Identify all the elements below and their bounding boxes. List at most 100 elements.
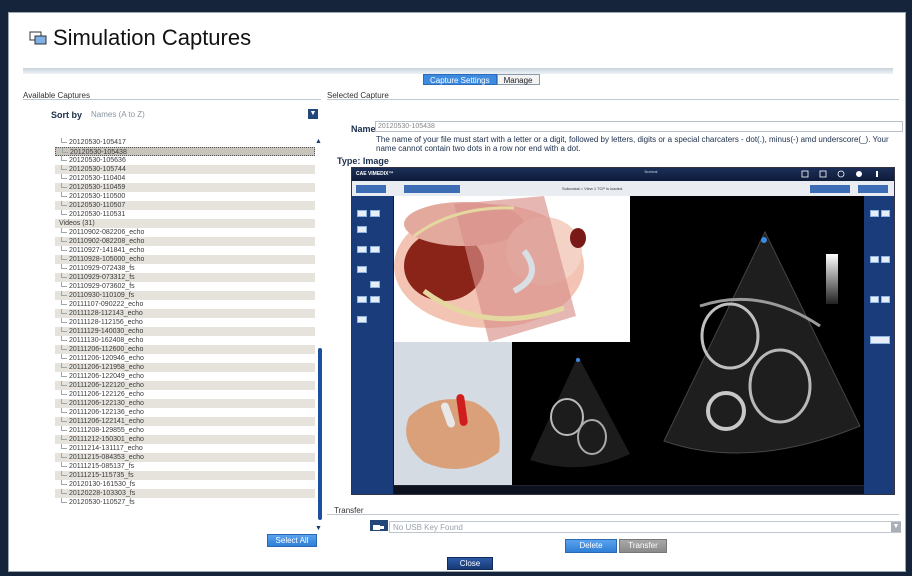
captures-tree: 20120530-105417 20120530-105438 20120530-1… [55,138,315,507]
tree-branch-line [61,174,67,179]
tree-branch-line [61,417,67,422]
tree-branch-line [61,462,67,467]
tree-branch-line [61,318,67,323]
tree-item[interactable]: 20111215-115735_fs [55,471,315,480]
tree-item[interactable]: 20111206-112600_echo [55,345,315,354]
tree-item[interactable]: 20110930-110109_fs [55,291,315,300]
tree-item[interactable]: 20120530-110507 [55,201,315,210]
tree-item[interactable]: 20110902-082206_echo [55,228,315,237]
close-button[interactable]: Close [447,557,493,570]
tree-item-label: 20120530-110500 [69,193,126,200]
tree-item[interactable]: 20110927-141841_echo [55,246,315,255]
tree-item[interactable]: 20111206-122120_echo [55,381,315,390]
tree-item-label: 20111208-129855_echo [69,427,144,434]
tree-item-label: 20111128-112143_echo [69,310,143,317]
name-label: Name [351,124,376,134]
tree-item[interactable]: 20120530-110527_fs [55,498,315,507]
sort-select[interactable]: Names (A to Z) [91,110,145,119]
tree-item-label: 20120530-105744 [69,166,126,173]
tree-branch-line [61,165,67,170]
tree-item[interactable]: 20111214-131117_echo [55,444,315,453]
tree-item[interactable]: 20110929-072438_fs [55,264,315,273]
tree-item[interactable]: 20120530-105744 [55,165,315,174]
tree-item[interactable]: 20111208-129855_echo [55,426,315,435]
delete-button[interactable]: Delete [565,539,617,553]
tree-item-label: 20110929-073312_fs [69,274,135,281]
ultrasound-secondary-view [512,342,630,485]
tree-item[interactable]: 20111215-084353_echo [55,453,315,462]
tree-item[interactable]: 20120130-161530_fs [55,480,315,489]
tree-item[interactable]: 20110902-082208_echo [55,237,315,246]
tree-item-label: 20120530-110507 [69,202,126,209]
tree-item-label: 20111206-122049_echo [69,373,144,380]
tree-branch-line [61,210,67,215]
capture-status: Normal [644,169,658,174]
tree-item[interactable]: 20111212-150301_echo [55,435,315,444]
tree-item[interactable]: 20111128-112156_echo [55,318,315,327]
capture-timeline-strip [394,485,864,494]
tree-item[interactable]: 20111206-122141_echo [55,417,315,426]
tree-branch-line [61,381,67,386]
usb-key-select[interactable]: No USB Key Found [389,521,901,533]
tree-branch-line [61,255,67,260]
tree-branch-line [61,399,67,404]
tree-branch-line [61,435,67,440]
tree-item[interactable]: 20110928-105000_echo [55,255,315,264]
tree-item[interactable]: 20120530-110459 [55,183,315,192]
tree-item[interactable]: 20120228-103303_fs [55,489,315,498]
tree-item[interactable]: 20120530-105417 [55,138,315,147]
tree-item[interactable]: 20111130-162408_echo [55,336,315,345]
usb-dropdown-chevron-icon[interactable]: ▼ [891,522,901,532]
tree-item-label: 20110902-082208_echo [69,238,145,245]
simulation-captures-dialog: Simulation Captures Capture Settings Man… [8,12,906,572]
tree-item[interactable]: 20111107-090222_echo [55,300,315,309]
window-title: Simulation Captures [53,25,252,50]
tree-branch-line [61,309,67,314]
tree-item[interactable]: 20111128-112143_echo [55,309,315,318]
transfer-button[interactable]: Transfer [619,539,667,553]
tree-item-label: 20111206-122126_echo [69,391,144,398]
usb-icon [370,520,388,531]
tree-item-label: 20120130-161530_fs [69,481,136,488]
tree-item[interactable]: 20111206-122136_echo [55,408,315,417]
tree-item[interactable]: 20110929-073602_fs [55,282,315,291]
tree-item[interactable]: 20120530-105438 [55,147,315,156]
tree-item-label: 20120530-110459 [69,184,126,191]
tree-item[interactable]: 20110929-073312_fs [55,273,315,282]
tree-branch-line [61,354,67,359]
tree-folder[interactable]: Videos (31) [55,219,315,228]
tree-item[interactable]: 20111129-140030_echo [55,327,315,336]
name-input[interactable]: 20120530-105438 [375,121,903,132]
tree-item[interactable]: 20111206-121958_echo [55,363,315,372]
tree-item-label: 20111206-120946_echo [69,355,144,362]
tree-item[interactable]: 20120530-105636 [55,156,315,165]
tree-item[interactable]: 20120530-110404 [55,174,315,183]
scroll-up-arrow-icon[interactable]: ▲ [315,138,322,145]
tree-item[interactable]: 20111206-120946_echo [55,354,315,363]
tree-item-label: 20110929-073602_fs [69,283,135,290]
tree-item[interactable]: 20120530-110500 [55,192,315,201]
tree-item[interactable]: 20111206-122130_echo [55,399,315,408]
tab-manage[interactable]: Manage [496,74,540,85]
capture-header: CAE VIMEDIX™ Normal [352,168,894,181]
tree-branch-line [61,372,67,377]
tree-item[interactable]: 20111215-085137_fs [55,462,315,471]
select-all-button[interactable]: Select All [267,534,317,547]
tree-item-label: 20110928-105000_echo [69,256,145,263]
tree-branch-line [61,453,67,458]
scroll-down-arrow-icon[interactable]: ▼ [315,525,322,532]
scrollbar-thumb[interactable] [318,348,322,520]
tree-branch-line [61,273,67,278]
tree-branch-line [61,237,67,242]
tree-item[interactable]: 20111206-122049_echo [55,372,315,381]
tree-item-label: 20111215-084353_echo [69,454,144,461]
tree-branch-line [61,282,67,287]
tab-capture-settings[interactable]: Capture Settings [423,74,497,85]
tree-branch-line [61,192,67,197]
tree-item-label: 20111206-112600_echo [69,346,144,353]
tree-item[interactable]: 20120530-110531 [55,210,315,219]
tree-branch-line [61,498,67,503]
chevron-down-icon[interactable]: ▼ [308,109,318,119]
captures-icon [29,31,47,45]
tree-item[interactable]: 20111206-122126_echo [55,390,315,399]
